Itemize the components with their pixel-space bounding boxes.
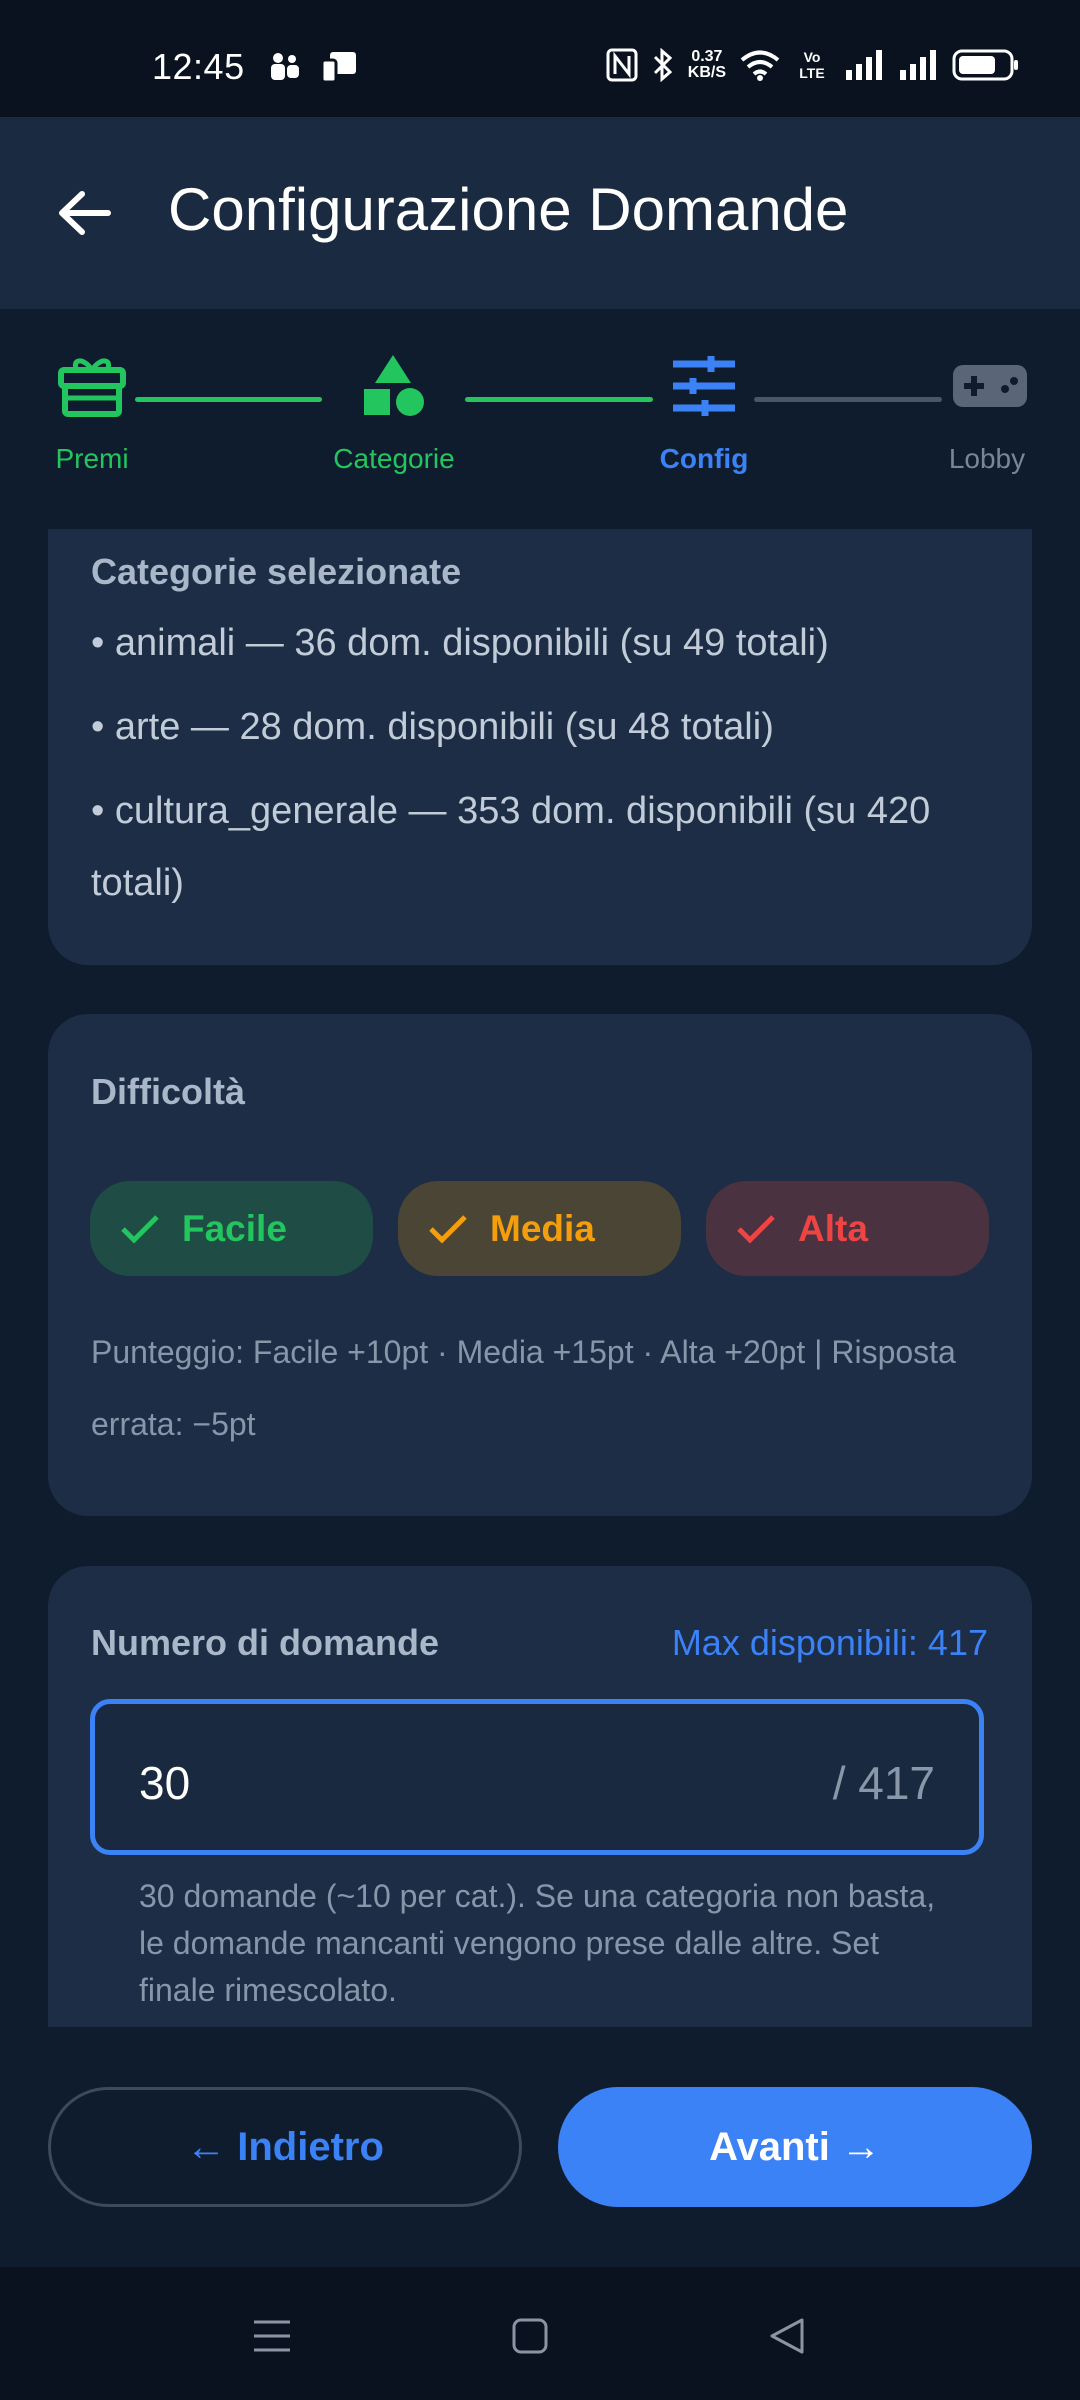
status-bar: 12:45 0.37 KB/S Vo LTE — [0, 0, 1080, 117]
check-icon — [734, 1207, 778, 1251]
gamepad-icon — [953, 351, 1027, 421]
selected-categories-title: Categorie selezionate — [91, 551, 462, 592]
stepper-connector-3 — [754, 397, 942, 402]
progress-stepper: Premi Categorie Config Lobby — [0, 309, 1080, 529]
question-count-value[interactable]: 30 — [139, 1756, 190, 1810]
question-count-input[interactable]: 30 / 417 — [90, 1699, 984, 1855]
scoring-note: Punteggio: Facile +10pt · Media +15pt · … — [91, 1334, 956, 1442]
step-label-categorie: Categorie — [333, 443, 455, 474]
signal-icon-2 — [900, 50, 936, 80]
teams-icon — [271, 53, 299, 80]
back-arrow-button[interactable] — [52, 181, 116, 245]
menu-nav-button[interactable] — [247, 2311, 297, 2361]
category-item: • cultura_generale — 353 dom. disponibil… — [91, 790, 931, 904]
question-count-help: 30 domande (~10 per cat.). Se una catego… — [139, 1878, 936, 2008]
system-nav-bar — [0, 2267, 1080, 2400]
battery-icon — [952, 49, 1018, 81]
next-button[interactable]: Avanti → — [558, 2087, 1032, 2207]
difficulty-chip-facile[interactable]: Facile — [90, 1181, 373, 1276]
bluetooth-icon — [653, 48, 672, 82]
check-icon — [118, 1207, 162, 1251]
network-speed: 0.37 KB/S — [688, 49, 726, 81]
check-icon — [426, 1207, 470, 1251]
gift-icon — [57, 351, 127, 421]
chip-label: Alta — [798, 1207, 868, 1249]
back-nav-button[interactable] — [762, 2311, 812, 2361]
speed-value: 0.37 — [691, 48, 723, 65]
stepper-connector-2 — [465, 397, 653, 402]
shapes-icon — [358, 351, 428, 421]
difficulty-title: Difficoltà — [91, 1071, 246, 1112]
speed-unit: KB/S — [687, 64, 726, 81]
volte-label: Vo LTE — [799, 49, 825, 81]
home-nav-button[interactable] — [505, 2311, 555, 2361]
page-title: Configurazione Domande — [168, 176, 849, 243]
question-count-suffix: / 417 — [832, 1757, 935, 1809]
signal-icon-1 — [846, 50, 882, 80]
back-triangle-icon — [770, 2318, 804, 2354]
home-square-icon — [512, 2318, 548, 2354]
difficulty-chip-alta[interactable]: Alta — [706, 1181, 989, 1276]
back-button[interactable]: ← Indietro — [48, 2087, 522, 2207]
chip-label: Facile — [182, 1207, 287, 1249]
category-item: • arte — 28 dom. disponibili (su 48 tota… — [91, 706, 774, 748]
question-count-card: Numero di domande Max disponibili: 417 3… — [48, 1566, 1032, 2027]
app-bar: Configurazione Domande — [0, 117, 1080, 309]
category-item: • animali — 36 dom. disponibili (su 49 t… — [91, 622, 829, 664]
menu-icon — [254, 2320, 290, 2352]
selected-categories-card: Categorie selezionate • animali — 36 dom… — [48, 529, 1032, 965]
status-time: 12:45 — [152, 46, 245, 87]
arrow-left-icon — [59, 191, 111, 235]
tune-icon — [669, 351, 739, 421]
nfc-icon — [606, 48, 638, 82]
scroll-content[interactable]: Categorie selezionate • animali — 36 dom… — [0, 529, 1080, 2027]
bottom-actions: ← Indietro Avanti → — [0, 2027, 1080, 2267]
status-right-icons: 0.37 KB/S Vo LTE — [606, 48, 1020, 82]
step-label-premi: Premi — [55, 443, 129, 474]
question-count-title: Numero di domande — [91, 1622, 440, 1663]
wifi-icon — [740, 50, 780, 81]
difficulty-chip-media[interactable]: Media — [398, 1181, 681, 1276]
stepper-connector-1 — [135, 397, 322, 402]
cast-icon — [320, 52, 356, 84]
notification-icons — [268, 50, 358, 84]
max-available-label: Max disponibili: 417 — [671, 1622, 988, 1663]
chip-label: Media — [490, 1207, 595, 1249]
step-label-config: Config — [659, 443, 749, 474]
step-label-lobby: Lobby — [948, 443, 1026, 474]
